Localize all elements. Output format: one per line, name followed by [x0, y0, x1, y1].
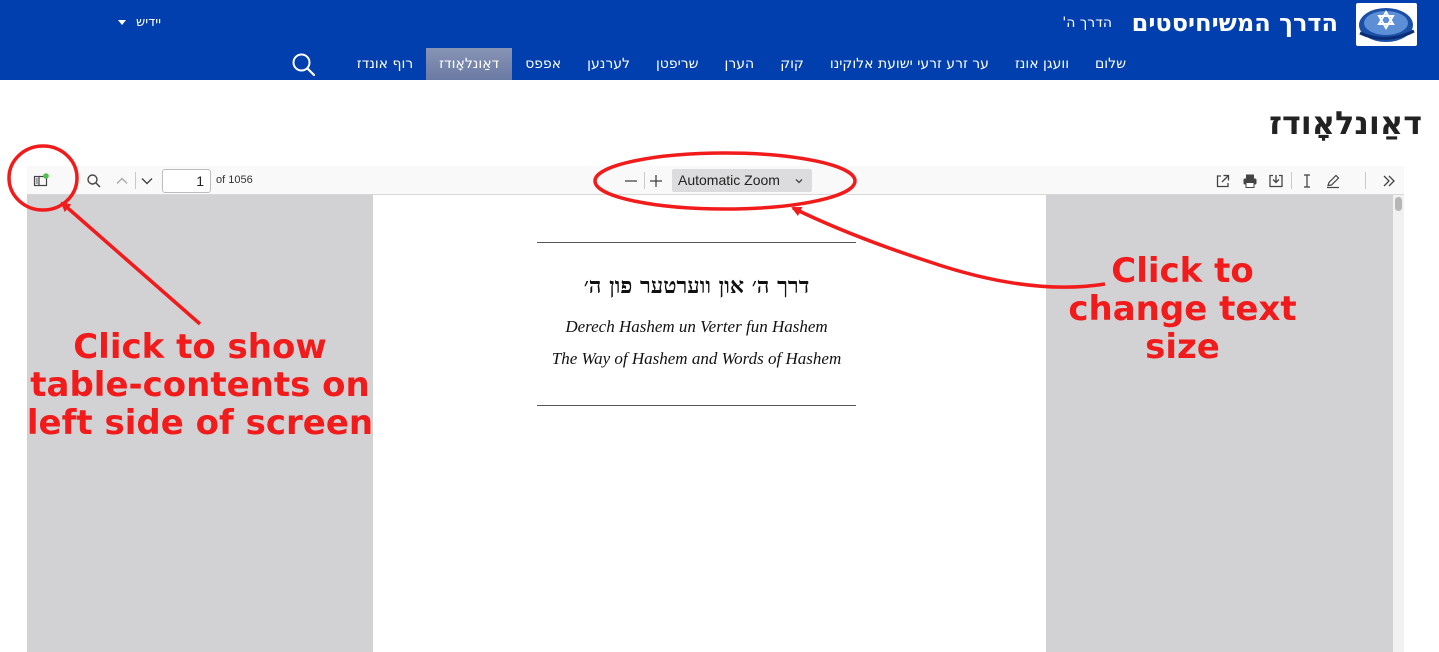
tools-menu-icon: [1383, 175, 1395, 187]
annotation-right-line1: Click to: [1111, 251, 1254, 291]
tools-menu-button[interactable]: [1379, 171, 1399, 191]
zoom-out-button[interactable]: [621, 171, 641, 191]
page-root: { "header": { "site_title": "הדרך המשיחי…: [0, 0, 1439, 652]
pdf-subtitle-line1: Derech Hashem un Verter fun Hashem: [565, 317, 828, 336]
zoom-in-button[interactable]: [646, 171, 666, 191]
zoom-in-icon: [650, 175, 662, 187]
search-icon: [292, 53, 316, 77]
nav-item-watch[interactable]: קוק: [767, 48, 817, 80]
scrollbar-thumb[interactable]: [1395, 197, 1402, 211]
main-nav: שלום וועגן אונז ער זרע זרעי ישועת אלוקינ…: [344, 48, 1139, 80]
text-select-button[interactable]: [1297, 171, 1317, 191]
print-button[interactable]: [1240, 171, 1260, 191]
pdf-toolbar: 1 of 1056 Automatic Zoom: [27, 166, 1404, 195]
zoom-out-icon: [625, 180, 637, 182]
nav-item-contact[interactable]: רוף אונדז: [344, 48, 426, 80]
draw-button[interactable]: [1323, 171, 1343, 191]
site-logo[interactable]: [1356, 3, 1417, 46]
download-icon: [1269, 174, 1283, 188]
nav-item-shalom[interactable]: שלום: [1082, 48, 1139, 80]
open-file-icon: [1216, 174, 1230, 188]
toolbar-separator: [644, 172, 645, 189]
toolbar-separator: [1365, 172, 1366, 189]
find-icon: [87, 174, 101, 188]
sidebar-toggle-icon: [33, 173, 49, 187]
site-title[interactable]: הדרך המשיחיסטים: [1132, 9, 1338, 37]
nav-item-writings[interactable]: שריפטן: [643, 48, 712, 80]
annotation-left-line3: left side of screen: [26, 403, 374, 444]
text-select-icon: [1304, 174, 1310, 188]
pdf-subtitle-line2: The Way of Hashem and Words of Hashem: [551, 349, 842, 368]
page-title: דאַונלאָודז: [1269, 104, 1422, 142]
pdf-title: דרך ה׳ און ווערטער פון ה׳: [583, 273, 810, 299]
annotation-right-line2: change text: [1068, 289, 1297, 330]
annotation-text-right: Click to change text size: [1055, 252, 1310, 366]
zoom-select-value: Automatic Zoom: [678, 172, 780, 188]
next-page-button[interactable]: [137, 171, 157, 191]
pdf-bottom-rule: [537, 405, 856, 406]
print-icon: [1243, 174, 1257, 188]
annotation-text-left: Click to show table-contents on left sid…: [25, 328, 375, 442]
sidebar-toggle-button[interactable]: [31, 171, 51, 191]
nav-item-learn[interactable]: לערנען: [574, 48, 643, 80]
annotation-right-line3: size: [1145, 327, 1220, 368]
nav-item-about[interactable]: וועגן אונז: [1002, 48, 1082, 80]
nav-item-listen[interactable]: הערן: [712, 48, 768, 80]
previous-page-button[interactable]: [112, 171, 132, 191]
nav-item-seed[interactable]: ער זרע זרעי ישועת אלוקינו: [817, 48, 1002, 80]
draw-icon: [1327, 174, 1340, 189]
annotation-left-line2: table-contents on: [30, 365, 370, 406]
page-number-input[interactable]: 1: [162, 169, 211, 193]
caret-down-icon: [118, 20, 126, 25]
nav-item-downloads[interactable]: דאַונלאָודז: [426, 48, 513, 80]
nav-item-apps[interactable]: אפפס: [512, 48, 574, 80]
search-button[interactable]: [291, 52, 317, 78]
open-file-button[interactable]: [1213, 171, 1233, 191]
previous-page-icon: [116, 177, 128, 184]
site-subtitle[interactable]: הדרך ה': [1062, 15, 1112, 31]
download-button[interactable]: [1266, 171, 1286, 191]
page-count-label: of 1056: [216, 174, 253, 186]
language-selector[interactable]: יידיש: [118, 15, 161, 30]
toolbar-separator: [1291, 172, 1292, 189]
next-page-icon: [141, 178, 153, 185]
annotation-left-line1: Click to show: [73, 327, 327, 367]
find-button[interactable]: [84, 171, 104, 191]
toolbar-separator: [135, 172, 136, 189]
chevron-down-icon: [795, 179, 803, 184]
zoom-select[interactable]: Automatic Zoom: [672, 169, 812, 192]
pdf-page: דרך ה׳ און ווערטער פון ה׳ Derech Hashem …: [373, 195, 1046, 652]
language-label: יידיש: [136, 15, 162, 30]
logo-emblem-icon: [1359, 8, 1415, 42]
vertical-scrollbar[interactable]: [1393, 195, 1404, 652]
site-header: הדרך המשיחיסטים הדרך ה' יידיש שלום וועגן…: [0, 0, 1439, 80]
pdf-top-rule: [537, 242, 856, 243]
